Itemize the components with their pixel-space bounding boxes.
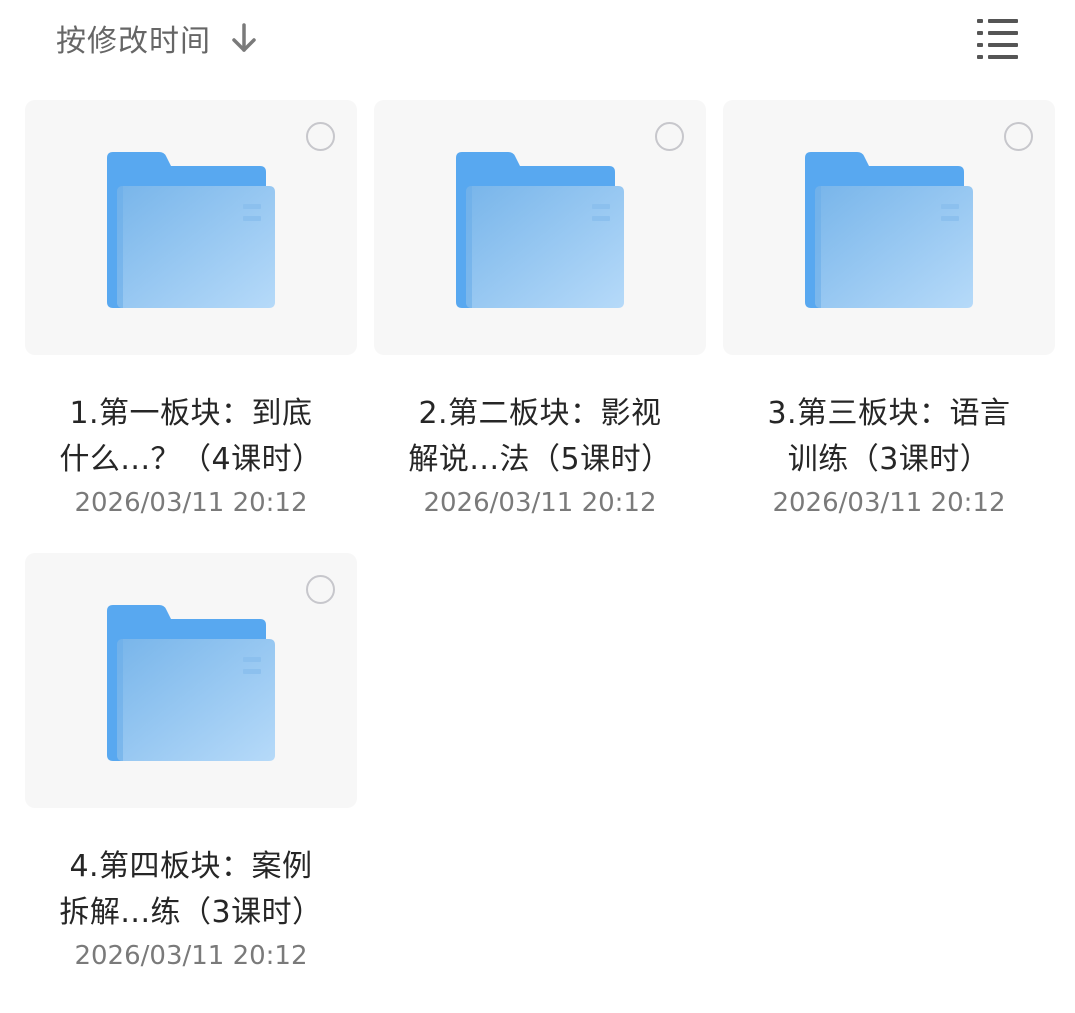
folder-name: 3.第三板块：语言 训练（3课时）: [767, 396, 1011, 477]
folder-icon: [107, 605, 275, 761]
folder-date: 2026/03/11 20:12: [74, 488, 308, 518]
folder-name: 2.第二板块：影视 解说...法（5课时）: [408, 396, 672, 477]
folder-thumbnail: [25, 100, 357, 355]
folder-card[interactable]: 4.第四板块：案例 拆解...练（3课时） 2026/03/11 20:12: [25, 553, 357, 976]
folder-card[interactable]: 3.第三板块：语言 训练（3课时） 2026/03/11 20:12: [723, 100, 1055, 523]
folder-thumbnail: [25, 553, 357, 808]
select-checkbox[interactable]: [655, 122, 684, 151]
folder-icon: [805, 152, 973, 308]
select-checkbox[interactable]: [306, 575, 335, 604]
folder-date: 2026/03/11 20:12: [772, 488, 1006, 518]
select-checkbox[interactable]: [1004, 122, 1033, 151]
folder-icon: [456, 152, 624, 308]
folder-thumbnail: [723, 100, 1055, 355]
folder-date: 2026/03/11 20:12: [423, 488, 657, 518]
folder-name: 1.第一板块：到底 什么...？（4课时）: [59, 396, 323, 477]
folder-grid: 1.第一板块：到底 什么...？（4课时） 2026/03/11 20:12 2…: [0, 0, 1075, 1013]
folder-thumbnail: [374, 100, 706, 355]
folder-card[interactable]: 1.第一板块：到底 什么...？（4课时） 2026/03/11 20:12: [25, 100, 357, 523]
folder-icon: [107, 152, 275, 308]
select-checkbox[interactable]: [306, 122, 335, 151]
folder-date: 2026/03/11 20:12: [74, 941, 308, 971]
folder-card[interactable]: 2.第二板块：影视 解说...法（5课时） 2026/03/11 20:12: [374, 100, 706, 523]
folder-name: 4.第四板块：案例 拆解...练（3课时）: [59, 849, 323, 930]
